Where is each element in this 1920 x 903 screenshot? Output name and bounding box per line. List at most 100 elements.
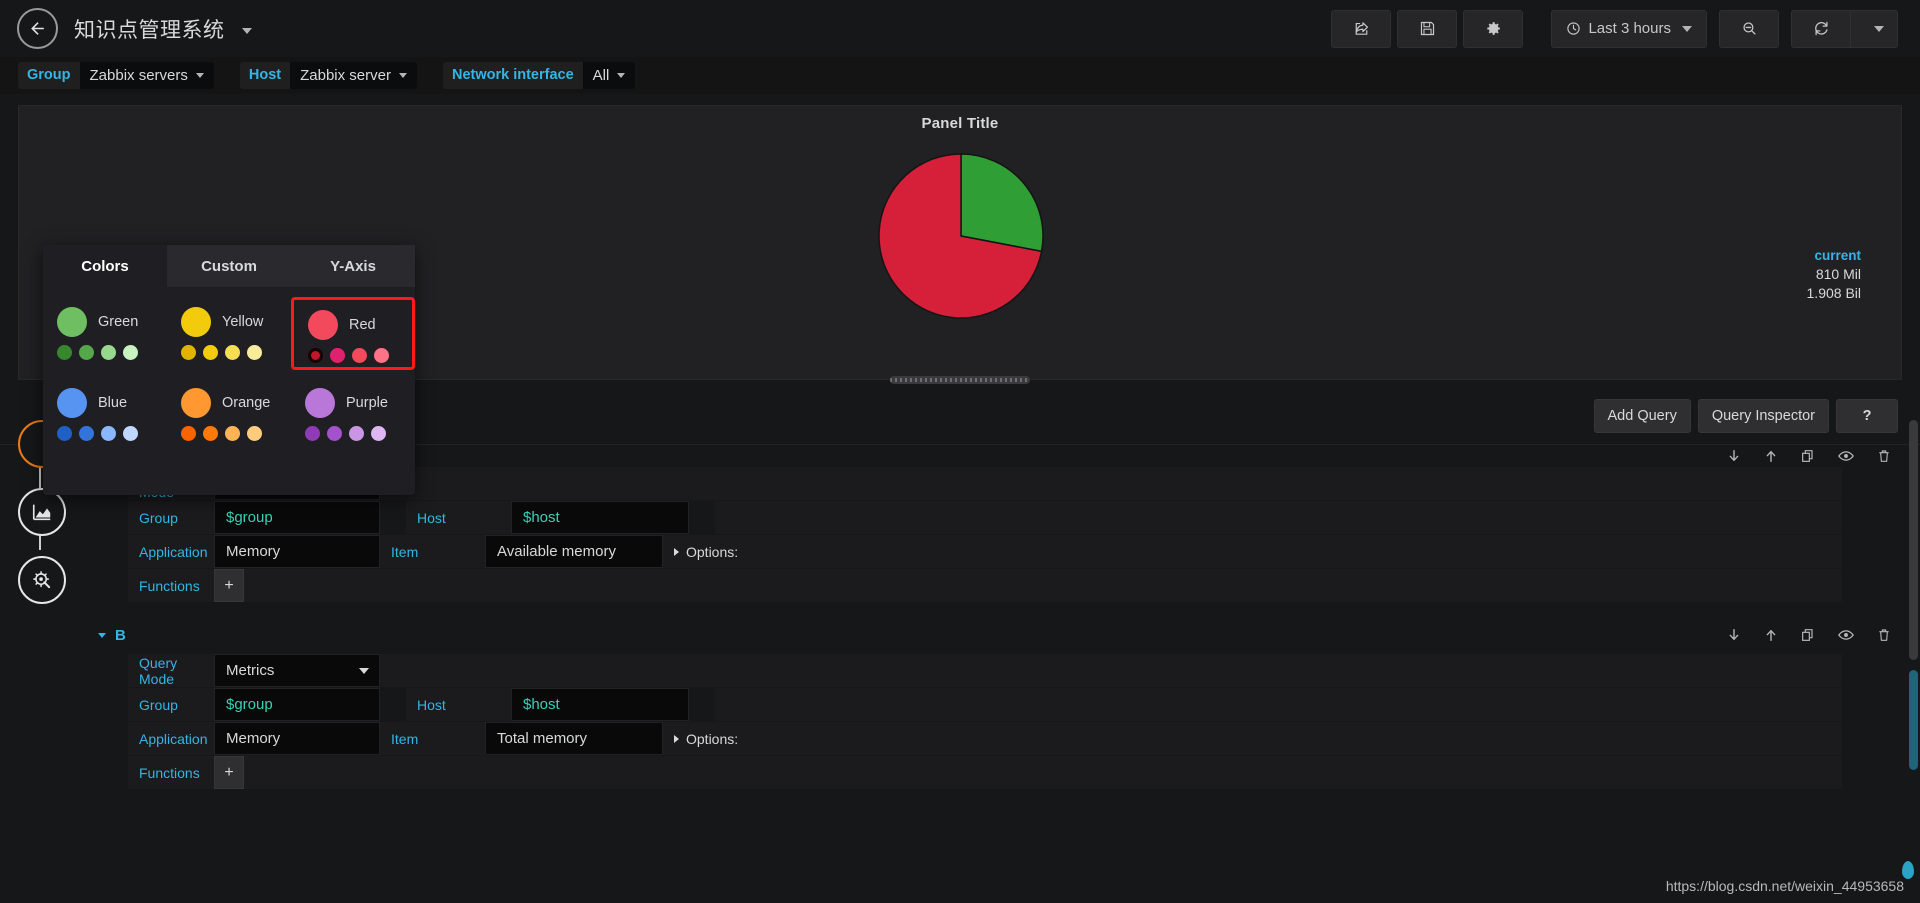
delete-icon[interactable] — [1876, 448, 1892, 464]
move-down-icon[interactable] — [1726, 627, 1742, 643]
color-swatch-purple[interactable]: Purple — [291, 384, 415, 441]
color-swatch-yellow[interactable]: Yellow — [167, 303, 291, 370]
color-dot-red[interactable] — [308, 310, 338, 340]
color-dot-purple[interactable] — [305, 388, 335, 418]
refresh-button[interactable] — [1791, 9, 1851, 48]
color-shade-dot[interactable] — [101, 345, 116, 360]
item-label: Item — [380, 535, 485, 568]
item-input[interactable]: Total memory — [485, 722, 663, 755]
save-icon — [1420, 21, 1435, 36]
color-shade-dot[interactable] — [308, 348, 323, 363]
help-button[interactable]: ? — [1836, 399, 1898, 433]
variable-host: Host Zabbix server — [239, 62, 417, 89]
add-function-button[interactable]: + — [214, 756, 244, 789]
variable-host-select[interactable]: Zabbix server — [290, 62, 417, 89]
query-b-letter[interactable]: B — [115, 627, 126, 644]
color-shade-dot[interactable] — [374, 348, 389, 363]
color-swatch-orange[interactable]: Orange — [167, 384, 291, 441]
zoom-out-button[interactable] — [1719, 9, 1779, 48]
share-dashboard-button[interactable] — [1331, 9, 1392, 48]
query-b-header: B — [0, 616, 1920, 654]
move-up-icon[interactable] — [1763, 627, 1779, 643]
chevron-down-icon[interactable] — [98, 632, 106, 638]
color-dot-blue[interactable] — [57, 388, 87, 418]
add-query-button[interactable]: Add Query — [1593, 399, 1691, 433]
variable-network-interface-label: Network interface — [442, 62, 583, 89]
move-up-icon[interactable] — [1763, 448, 1779, 464]
query-a-line-application: Application Memory Item Available memory… — [128, 535, 1842, 568]
swatch-main-row: Orange — [181, 384, 291, 422]
color-shade-dot[interactable] — [57, 345, 72, 360]
item-input[interactable]: Available memory — [485, 535, 663, 568]
color-shade-dot[interactable] — [305, 426, 320, 441]
swatch-main-row: Red — [308, 306, 412, 344]
query-inspector-button[interactable]: Query Inspector — [1697, 399, 1829, 433]
color-shade-dot[interactable] — [181, 426, 196, 441]
editor-scrollbar-secondary[interactable] — [1909, 670, 1918, 770]
add-function-button[interactable]: + — [214, 569, 244, 602]
color-shade-dot[interactable] — [349, 426, 364, 441]
delete-icon[interactable] — [1876, 627, 1892, 643]
tab-y-axis[interactable]: Y-Axis — [291, 245, 415, 287]
application-input[interactable]: Memory — [214, 722, 380, 755]
rail-node-visualization[interactable] — [18, 488, 66, 536]
color-shade-dot[interactable] — [371, 426, 386, 441]
color-shade-dot[interactable] — [330, 348, 345, 363]
tab-colors[interactable]: Colors — [43, 245, 167, 287]
color-dot-green[interactable] — [57, 307, 87, 337]
move-down-icon[interactable] — [1726, 448, 1742, 464]
toggle-visibility-icon[interactable] — [1837, 447, 1855, 465]
options-toggle[interactable]: Options: — [663, 722, 1842, 755]
back-button[interactable] — [17, 8, 58, 49]
color-swatch-red[interactable]: Red — [291, 297, 415, 370]
query-mode-select[interactable]: Metrics — [214, 654, 380, 687]
color-swatch-green[interactable]: Green — [43, 303, 167, 370]
color-dot-yellow[interactable] — [181, 307, 211, 337]
color-shade-dot[interactable] — [101, 426, 116, 441]
chevron-down-icon — [398, 73, 407, 78]
panel-resize-handle[interactable] — [890, 376, 1030, 384]
toggle-visibility-icon[interactable] — [1837, 626, 1855, 644]
color-shade-dot[interactable] — [352, 348, 367, 363]
functions-label: Functions — [128, 569, 214, 602]
save-dashboard-button[interactable] — [1397, 9, 1458, 48]
color-shade-dot[interactable] — [57, 426, 72, 441]
color-shade-dot[interactable] — [247, 426, 262, 441]
chevron-down-icon — [617, 73, 626, 78]
color-shade-dot[interactable] — [79, 345, 94, 360]
color-swatch-blue[interactable]: Blue — [43, 384, 167, 441]
color-shade-dot[interactable] — [203, 426, 218, 441]
page-title[interactable]: 知识点管理系统 — [74, 14, 252, 44]
host-input[interactable]: $host — [511, 501, 689, 534]
time-range-label: Last 3 hours — [1588, 20, 1671, 37]
pie-chart-svg — [878, 153, 1044, 319]
chevron-down-icon — [241, 27, 252, 34]
color-shade-dot[interactable] — [123, 345, 138, 360]
time-range-picker[interactable]: Last 3 hours — [1551, 9, 1707, 48]
color-shade-dot[interactable] — [247, 345, 262, 360]
color-shade-dot[interactable] — [327, 426, 342, 441]
color-dot-orange[interactable] — [181, 388, 211, 418]
color-shade-dot[interactable] — [79, 426, 94, 441]
variable-group-select[interactable]: Zabbix servers — [79, 62, 214, 89]
application-input[interactable]: Memory — [214, 535, 380, 568]
color-shade-dot[interactable] — [123, 426, 138, 441]
color-name-label: Yellow — [222, 314, 264, 330]
color-shade-dot[interactable] — [225, 345, 240, 360]
color-shade-dot[interactable] — [203, 345, 218, 360]
color-shade-dot[interactable] — [181, 345, 196, 360]
duplicate-icon[interactable] — [1800, 448, 1816, 464]
tab-custom[interactable]: Custom — [167, 245, 291, 287]
group-input[interactable]: $group — [214, 501, 380, 534]
host-input[interactable]: $host — [511, 688, 689, 721]
editor-scrollbar[interactable] — [1909, 420, 1918, 660]
dashboard-settings-button[interactable] — [1463, 9, 1524, 48]
variable-network-interface-select[interactable]: All — [582, 62, 636, 89]
color-shade-dot[interactable] — [225, 426, 240, 441]
query-b-row-icons — [1726, 616, 1892, 654]
group-input[interactable]: $group — [214, 688, 380, 721]
options-toggle[interactable]: Options: — [663, 535, 1842, 568]
duplicate-icon[interactable] — [1800, 627, 1816, 643]
rail-node-general[interactable] — [18, 556, 66, 604]
refresh-interval-dropdown[interactable] — [1851, 9, 1898, 48]
